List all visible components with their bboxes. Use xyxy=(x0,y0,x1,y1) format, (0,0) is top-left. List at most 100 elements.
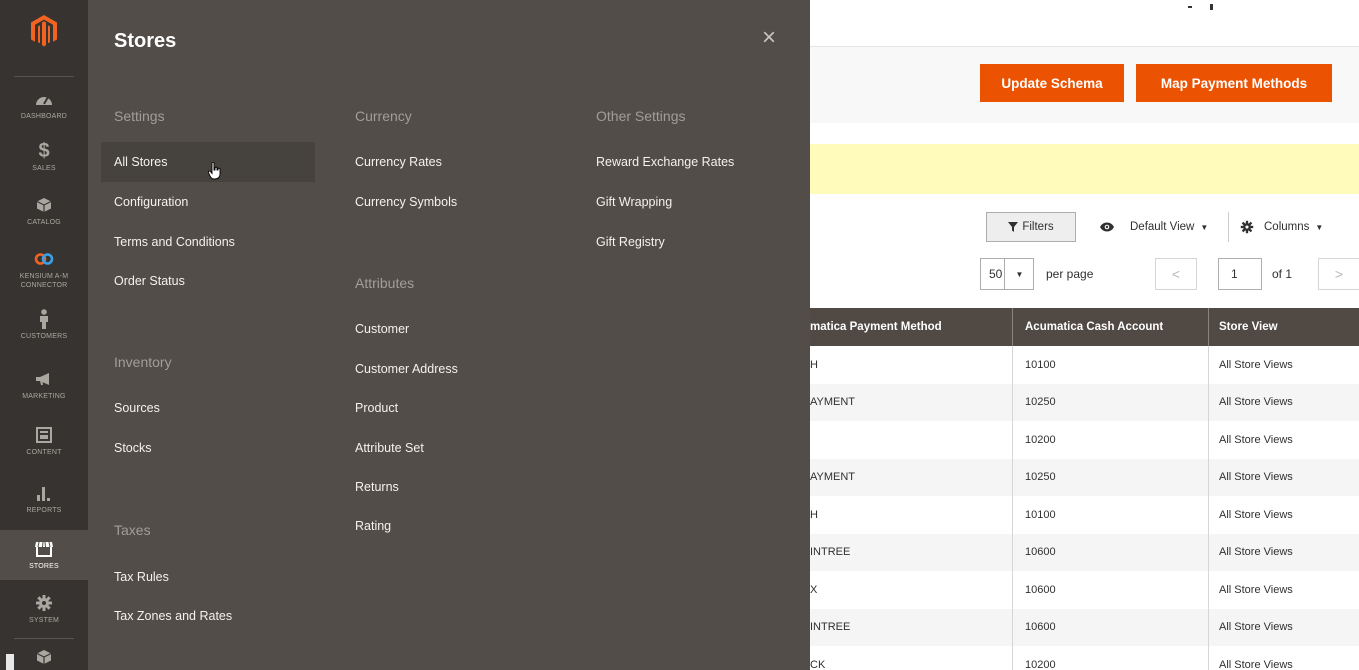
nav-dashboard-label: DASHBOARD xyxy=(20,113,68,120)
table-row[interactable]: X 10600 All Store Views xyxy=(810,571,1359,609)
cell-cash-account: 10600 xyxy=(1012,571,1208,609)
cell-payment-method: CK xyxy=(810,658,826,670)
filters-button[interactable]: Filters xyxy=(986,212,1076,242)
page-number-input[interactable]: 1 xyxy=(1218,258,1262,290)
columns-dropdown[interactable]: Columns ▼ xyxy=(1240,212,1323,242)
link-currency-symbols[interactable]: Currency Symbols xyxy=(342,182,457,222)
link-attribute-set[interactable]: Attribute Set xyxy=(342,428,424,468)
cell-payment-method: INTREE xyxy=(810,621,851,634)
link-order-status[interactable]: Order Status xyxy=(101,261,185,301)
eye-icon xyxy=(1100,222,1114,232)
logo-divider xyxy=(14,76,74,77)
nav-marketing-label: MARKETING xyxy=(22,393,66,400)
link-configuration[interactable]: Configuration xyxy=(101,182,188,222)
person-icon xyxy=(38,308,50,330)
cell-payment-method: H xyxy=(810,508,818,521)
cell-payment-method xyxy=(810,421,1012,459)
chevron-down-icon: ▼ xyxy=(1015,269,1024,279)
link-tax-rules[interactable]: Tax Rules xyxy=(101,557,169,597)
nav-system[interactable]: SYSTEM xyxy=(0,592,88,625)
nav-catalog[interactable]: CATALOG xyxy=(0,194,88,227)
nav-stores[interactable]: STORES xyxy=(0,530,88,580)
admin-sidebar: DASHBOARD $ SALES CATALOG KENSIUM A-M CO… xyxy=(0,0,88,670)
funnel-icon xyxy=(1008,222,1019,232)
table-row[interactable]: CK 10200 All Store Views xyxy=(810,646,1359,670)
nav-marketing[interactable]: MARKETING xyxy=(0,368,88,401)
gear-icon xyxy=(1240,220,1254,234)
next-page-button[interactable]: > xyxy=(1318,258,1359,290)
table-row[interactable]: INTREE 10600 All Store Views xyxy=(810,608,1359,646)
cell-payment-method: AYMENT xyxy=(810,471,856,484)
table-row[interactable]: INTREE 10600 All Store Views xyxy=(810,533,1359,571)
attributes-heading: Attributes xyxy=(355,275,415,291)
link-returns[interactable]: Returns xyxy=(342,467,399,507)
nav-dashboard[interactable]: DASHBOARD xyxy=(0,88,88,121)
column-header-store-view[interactable]: Store View xyxy=(1208,308,1359,346)
link-gift-wrapping[interactable]: Gift Wrapping xyxy=(583,182,672,222)
table-row[interactable]: H 10100 All Store Views xyxy=(810,496,1359,534)
link-gift-registry[interactable]: Gift Registry xyxy=(583,222,665,262)
hand-cursor-icon xyxy=(208,162,221,180)
box-icon xyxy=(36,194,52,216)
link-sources[interactable]: Sources xyxy=(101,388,160,428)
nav-sales[interactable]: $ SALES xyxy=(0,140,88,173)
cell-store-view: All Store Views xyxy=(1208,346,1359,384)
nav-content[interactable]: CONTENT xyxy=(0,424,88,457)
cell-store-view: All Store Views xyxy=(1208,533,1359,571)
cell-store-view: All Store Views xyxy=(1208,421,1359,459)
column-header-cash-account[interactable]: Acumatica Cash Account xyxy=(1012,308,1208,346)
link-stocks[interactable]: Stocks xyxy=(101,428,152,468)
previous-page-button[interactable]: < xyxy=(1155,258,1197,290)
nav-kensium-connector[interactable]: KENSIUM A-M CONNECTOR xyxy=(0,248,88,290)
dashboard-icon xyxy=(35,88,53,110)
cell-cash-account: 10600 xyxy=(1012,533,1208,571)
nav-reports[interactable]: REPORTS xyxy=(0,482,88,515)
magento-logo[interactable] xyxy=(0,14,88,74)
cell-store-view: All Store Views xyxy=(1208,458,1359,496)
map-payment-methods-button[interactable]: Map Payment Methods xyxy=(1136,64,1332,102)
cell-store-view: All Store Views xyxy=(1208,571,1359,609)
link-product[interactable]: Product xyxy=(342,388,398,428)
other-settings-heading: Other Settings xyxy=(596,108,686,124)
per-page-toggle[interactable]: ▼ xyxy=(1004,258,1034,290)
link-terms-and-conditions[interactable]: Terms and Conditions xyxy=(101,222,235,262)
currency-heading: Currency xyxy=(355,108,412,124)
notice-message xyxy=(810,144,1359,194)
cell-cash-account: 10100 xyxy=(1012,496,1208,534)
main-content: Update Schema Map Payment Methods Filter… xyxy=(810,0,1359,670)
cell-cash-account: 10200 xyxy=(1012,421,1208,459)
stores-flyout: Stores × Settings All Stores Configurati… xyxy=(88,0,810,670)
link-customer[interactable]: Customer xyxy=(342,309,409,349)
cell-store-view: All Store Views xyxy=(1208,646,1359,670)
nav-customers[interactable]: CUSTOMERS xyxy=(0,308,88,341)
per-page-label: per page xyxy=(1046,267,1094,281)
link-currency-rates[interactable]: Currency Rates xyxy=(342,142,442,182)
cell-cash-account: 10600 xyxy=(1012,608,1208,646)
default-view-label: Default View xyxy=(1130,221,1195,233)
gear-icon xyxy=(35,592,53,614)
cell-store-view: All Store Views xyxy=(1208,496,1359,534)
update-schema-button[interactable]: Update Schema xyxy=(980,64,1124,102)
settings-heading: Settings xyxy=(114,108,165,124)
close-icon[interactable]: × xyxy=(762,26,776,50)
cell-payment-method: INTREE xyxy=(810,546,851,559)
link-reward-exchange-rates[interactable]: Reward Exchange Rates xyxy=(583,142,734,182)
cell-payment-method: AYMENT xyxy=(810,396,856,409)
cell-cash-account: 10250 xyxy=(1012,458,1208,496)
link-tax-zones-and-rates[interactable]: Tax Zones and Rates xyxy=(101,596,232,636)
column-header-payment-method[interactable]: matica Payment Method xyxy=(810,308,1012,346)
table-row[interactable]: AYMENT 10250 All Store Views xyxy=(810,458,1359,496)
table-row[interactable]: AYMENT 10250 All Store Views xyxy=(810,383,1359,421)
inventory-heading: Inventory xyxy=(114,354,172,370)
link-customer-address[interactable]: Customer Address xyxy=(342,349,458,389)
page-total: of 1 xyxy=(1272,267,1293,281)
table-row[interactable]: H 10100 All Store Views xyxy=(810,346,1359,384)
columns-label: Columns xyxy=(1264,221,1310,233)
link-rating[interactable]: Rating xyxy=(342,506,391,546)
table-row[interactable]: 10200 All Store Views xyxy=(810,421,1359,459)
header-mark xyxy=(1210,4,1213,10)
dollar-icon: $ xyxy=(38,139,50,162)
default-view-dropdown[interactable]: Default View ▼ xyxy=(1100,212,1208,242)
nav-content-label: CONTENT xyxy=(26,449,62,456)
scroll-handle[interactable] xyxy=(6,654,14,670)
